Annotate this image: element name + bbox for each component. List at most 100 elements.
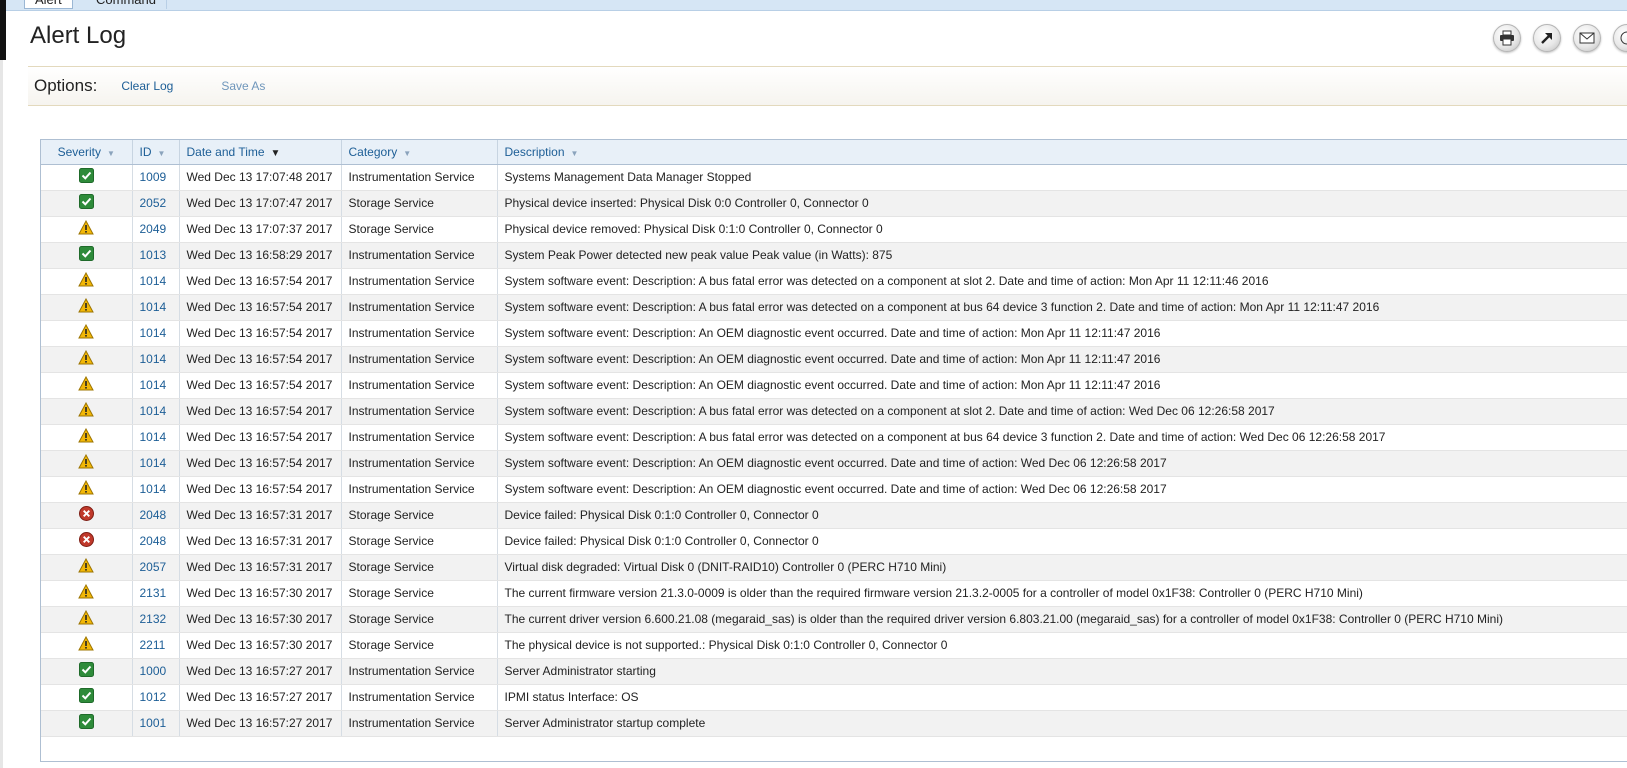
description-cell: System software event: Description: An O… (497, 476, 1627, 503)
print-button[interactable] (1493, 24, 1521, 52)
table-row[interactable]: 1009 Wed Dec 13 17:07:48 2017 Instrumentat… (41, 164, 1627, 191)
table-row[interactable]: 1014 Wed Dec 13 16:57:54 2017 Instrumentat… (41, 424, 1627, 451)
severity-cell (41, 372, 133, 399)
email-button[interactable] (1573, 24, 1601, 52)
warning-triangle-icon (78, 635, 95, 654)
warning-triangle-icon (78, 557, 95, 576)
ok-check-icon (78, 688, 94, 706)
table-row[interactable]: 1014 Wed Dec 13 16:57:54 2017 Instrumentat… (41, 268, 1627, 295)
severity-cell (41, 216, 133, 243)
alert-id-link[interactable]: 1014 (140, 378, 167, 392)
id-cell: 1014 (132, 268, 180, 295)
save-as-link[interactable]: Save As (221, 79, 265, 93)
email-icon (1579, 32, 1595, 44)
alert-id-link[interactable]: 1014 (140, 326, 167, 340)
alert-id-link[interactable]: 1014 (140, 456, 167, 470)
alert-id-link[interactable]: 1014 (140, 482, 167, 496)
description-cell: Systems Management Data Manager Stopped (497, 164, 1627, 191)
alert-id-link[interactable]: 2211 (140, 638, 166, 652)
category-cell: Storage Service (341, 216, 498, 243)
column-header-id[interactable]: ID ▼ (132, 140, 180, 165)
alert-id-link[interactable]: 2052 (140, 196, 167, 210)
tab-alert[interactable]: Alert (24, 0, 73, 9)
table-row[interactable]: 2132 Wed Dec 13 16:57:30 2017 Storage Serv… (41, 606, 1627, 633)
alert-id-link[interactable]: 1012 (140, 690, 167, 704)
id-cell: 1014 (132, 476, 180, 503)
id-cell: 2048 (132, 528, 180, 555)
alert-id-link[interactable]: 1014 (140, 404, 167, 418)
page-title: Alert Log (30, 22, 127, 49)
table-row[interactable]: 1014 Wed Dec 13 16:57:54 2017 Instrumentat… (41, 476, 1627, 503)
table-row[interactable]: 2048 Wed Dec 13 16:57:31 2017 Storage Serv… (41, 502, 1627, 529)
severity-cell (41, 320, 133, 347)
table-row[interactable]: 2131 Wed Dec 13 16:57:30 2017 Storage Serv… (41, 580, 1627, 607)
alert-id-link[interactable]: 2131 (140, 586, 167, 600)
category-cell: Storage Service (341, 502, 498, 529)
alert-id-link[interactable]: 2049 (140, 222, 167, 236)
column-header-label: Category (348, 144, 398, 159)
category-cell: Storage Service (341, 606, 498, 633)
warning-triangle-icon (78, 609, 95, 628)
description-cell: System Peak Power detected new peak valu… (497, 242, 1627, 269)
alert-id-link[interactable]: 2048 (140, 534, 167, 548)
table-row[interactable]: 1014 Wed Dec 13 16:57:54 2017 Instrumentat… (41, 346, 1627, 373)
table-row[interactable]: 1000 Wed Dec 13 16:57:27 2017 Instrumentat… (41, 658, 1627, 685)
category-cell: Instrumentation Service (341, 398, 498, 425)
description-cell: The current driver version 6.600.21.08 (… (497, 606, 1627, 633)
table-row[interactable]: 1001 Wed Dec 13 16:57:27 2017 Instrumentat… (41, 710, 1627, 737)
datetime-cell: Wed Dec 13 16:57:31 2017 (179, 554, 342, 581)
column-header-description[interactable]: Description ▼ (497, 140, 1627, 165)
alert-id-link[interactable]: 1009 (140, 170, 167, 184)
column-header-severity[interactable]: Severity ▼ (41, 140, 133, 165)
table-row[interactable]: 1014 Wed Dec 13 16:57:54 2017 Instrumentat… (41, 294, 1627, 321)
warning-triangle-icon (78, 401, 95, 420)
alert-id-link[interactable]: 1001 (140, 716, 167, 730)
description-cell: Device failed: Physical Disk 0:1:0 Contr… (497, 502, 1627, 529)
alert-id-link[interactable]: 1014 (140, 274, 167, 288)
help-button[interactable] (1613, 24, 1627, 52)
warning-triangle-icon (78, 583, 95, 602)
severity-cell (41, 190, 133, 217)
category-cell: Instrumentation Service (341, 424, 498, 451)
alert-id-link[interactable]: 1013 (140, 248, 167, 262)
description-cell: System software event: Description: An O… (497, 320, 1627, 347)
alert-id-link[interactable]: 2132 (140, 612, 167, 626)
datetime-cell: Wed Dec 13 16:57:54 2017 (179, 372, 342, 399)
table-header: Severity ▼ ID ▼ Date and Time ▼ Category ▼ D… (41, 140, 1627, 165)
table-row[interactable]: 2052 Wed Dec 13 17:07:47 2017 Storage Serv… (41, 190, 1627, 217)
description-cell: Physical device removed: Physical Disk 0… (497, 216, 1627, 243)
category-cell: Storage Service (341, 554, 498, 581)
category-cell: Instrumentation Service (341, 268, 498, 295)
alert-id-link[interactable]: 2048 (140, 508, 167, 522)
id-cell: 2052 (132, 190, 180, 217)
alert-id-link[interactable]: 1000 (140, 664, 167, 678)
severity-cell (41, 658, 133, 685)
alert-id-link[interactable]: 1014 (140, 300, 167, 314)
clear-log-link[interactable]: Clear Log (121, 79, 173, 93)
datetime-cell: Wed Dec 13 16:57:31 2017 (179, 528, 342, 555)
category-cell: Instrumentation Service (341, 372, 498, 399)
column-header-datetime[interactable]: Date and Time ▼ (179, 140, 342, 165)
page-toolbar (1493, 24, 1627, 52)
table-row[interactable]: 1012 Wed Dec 13 16:57:27 2017 Instrumentat… (41, 684, 1627, 711)
description-cell: Virtual disk degraded: Virtual Disk 0 (D… (497, 554, 1627, 581)
severity-cell (41, 294, 133, 321)
table-row[interactable]: 1014 Wed Dec 13 16:57:54 2017 Instrumentat… (41, 372, 1627, 399)
tab-command[interactable]: Command (86, 0, 167, 9)
column-header-category[interactable]: Category ▼ (341, 140, 498, 165)
severity-cell (41, 710, 133, 737)
table-row[interactable]: 2211 Wed Dec 13 16:57:30 2017 Storage Serv… (41, 632, 1627, 659)
table-row[interactable]: 1014 Wed Dec 13 16:57:54 2017 Instrumentat… (41, 320, 1627, 347)
alert-id-link[interactable]: 1014 (140, 430, 167, 444)
table-row[interactable]: 2048 Wed Dec 13 16:57:31 2017 Storage Serv… (41, 528, 1627, 555)
alert-id-link[interactable]: 1014 (140, 352, 167, 366)
table-row[interactable]: 1014 Wed Dec 13 16:57:54 2017 Instrumentat… (41, 398, 1627, 425)
alert-id-link[interactable]: 2057 (140, 560, 167, 574)
id-cell: 2131 (132, 580, 180, 607)
description-cell: System software event: Description: An O… (497, 346, 1627, 373)
export-button[interactable] (1533, 24, 1561, 52)
table-row[interactable]: 2057 Wed Dec 13 16:57:31 2017 Storage Serv… (41, 554, 1627, 581)
table-row[interactable]: 2049 Wed Dec 13 17:07:37 2017 Storage Serv… (41, 216, 1627, 243)
table-row[interactable]: 1013 Wed Dec 13 16:58:29 2017 Instrumentat… (41, 242, 1627, 269)
table-row[interactable]: 1014 Wed Dec 13 16:57:54 2017 Instrumentat… (41, 450, 1627, 477)
